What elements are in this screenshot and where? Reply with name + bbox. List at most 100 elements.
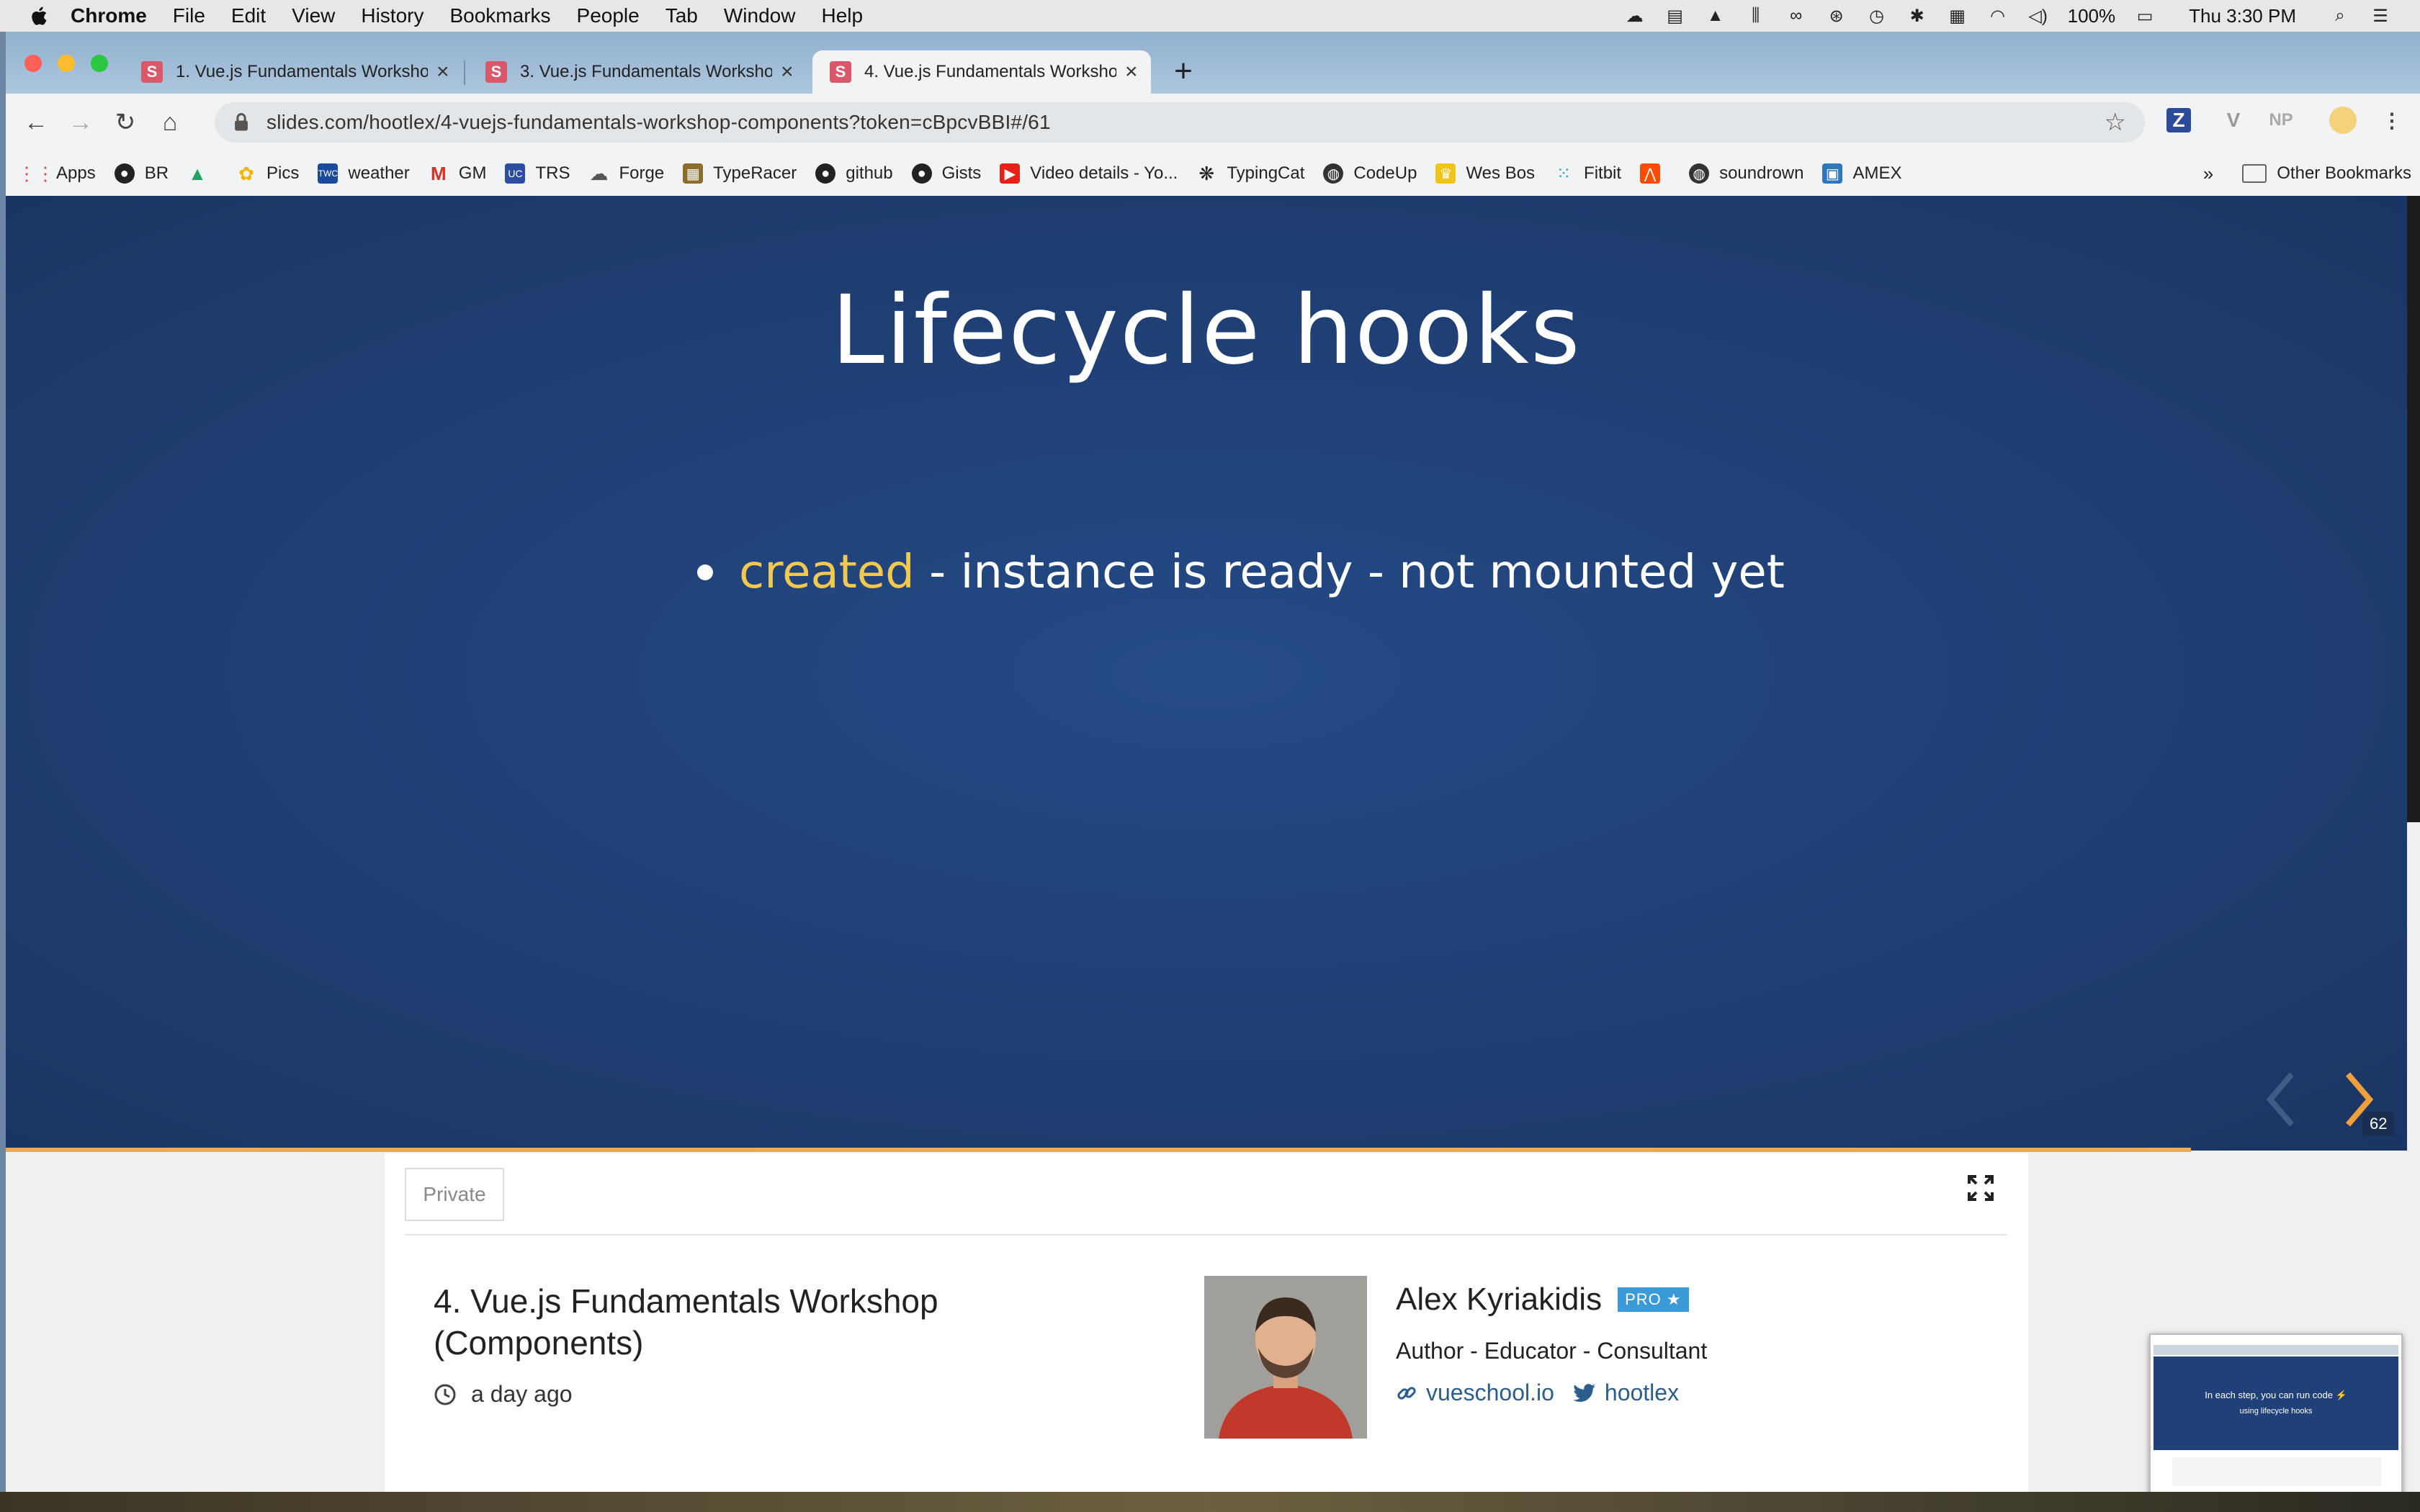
menu-edit[interactable]: Edit xyxy=(231,4,266,27)
menu-history[interactable]: History xyxy=(361,4,424,27)
website-link[interactable]: vueschool.io xyxy=(1396,1380,1554,1406)
amex-icon: ▣ xyxy=(1822,163,1843,184)
close-tab-icon[interactable]: × xyxy=(1125,60,1138,84)
keyboard-icon[interactable]: ▦ xyxy=(1947,6,1968,26)
bookmarks-overflow-chevron[interactable]: » xyxy=(2203,163,2213,185)
spotlight-search-icon[interactable]: ⌕ xyxy=(2329,6,2351,26)
reload-button[interactable]: ↻ xyxy=(107,104,144,141)
new-tab-button[interactable]: + xyxy=(1165,53,1201,89)
bookmark-label: github xyxy=(846,163,893,183)
bookmark-apps[interactable]: ⋮⋮ Apps xyxy=(17,163,96,184)
bookmark-weather[interactable]: TWC weather xyxy=(318,163,410,184)
bookmark-label: Pics xyxy=(266,163,300,183)
forward-button[interactable]: → xyxy=(62,104,99,141)
audio-bars-icon[interactable]: ⫼ xyxy=(1745,6,1767,26)
previous-slide-arrow-icon[interactable] xyxy=(2260,1067,2303,1132)
chrome-menu-icon[interactable]: ⋮ xyxy=(2375,104,2408,137)
visibility-badge[interactable]: Private xyxy=(405,1168,504,1221)
bookmark-github[interactable]: ● github xyxy=(815,163,893,184)
tab-1[interactable]: S 1. Vue.js Fundamentals Workshop × xyxy=(124,50,462,94)
youtube-icon: ▶ xyxy=(1000,163,1021,184)
presentation-slide[interactable]: Lifecycle hooks created - instance is re… xyxy=(6,196,2407,1151)
gmail-icon: M xyxy=(430,162,447,184)
bookmark-wes-bos[interactable]: ♛ Wes Bos xyxy=(1435,163,1535,184)
folder-icon xyxy=(2242,164,2267,183)
bookmark-trs[interactable]: UC TRS xyxy=(505,163,570,184)
close-tab-icon[interactable]: × xyxy=(436,60,449,84)
extension-z-icon[interactable]: Z xyxy=(2166,108,2191,132)
author-links: vueschool.io hootlex xyxy=(1396,1380,1698,1406)
twitter-bird-icon xyxy=(1572,1383,1595,1402)
bookmark-label: TRS xyxy=(535,163,570,183)
minimize-window-button[interactable] xyxy=(58,55,75,72)
extension-v-icon[interactable]: V xyxy=(2217,104,2250,137)
bookmark-drive[interactable]: ▲ xyxy=(187,163,218,184)
bookmark-forge[interactable]: ☁ Forge xyxy=(588,163,664,184)
menu-tab[interactable]: Tab xyxy=(666,4,698,27)
volume-icon[interactable]: ◁) xyxy=(2027,6,2049,26)
menu-file[interactable]: File xyxy=(173,4,205,27)
notification-center-icon[interactable]: ☰ xyxy=(2370,6,2391,26)
home-button[interactable]: ⌂ xyxy=(151,104,189,141)
fullscreen-icon[interactable] xyxy=(1966,1174,1995,1202)
wifi-icon[interactable]: ◠ xyxy=(1987,6,2009,26)
screenshot-thumbnail-preview[interactable]: In each step, you can run code ⚡ using l… xyxy=(2149,1333,2403,1495)
docker-icon[interactable]: ▤ xyxy=(1664,6,1686,26)
accessibility-icon[interactable]: ⊛ xyxy=(1826,6,1847,26)
menu-view[interactable]: View xyxy=(292,4,335,27)
bookmark-strava[interactable]: ⋀ xyxy=(1640,163,1670,184)
zoom-window-button[interactable] xyxy=(91,55,108,72)
author-avatar[interactable] xyxy=(1204,1276,1367,1439)
tab-3[interactable]: S 3. Vue.js Fundamentals Workshop × xyxy=(468,50,807,94)
bluetooth-icon[interactable]: ✱ xyxy=(1906,6,1928,26)
close-tab-icon[interactable]: × xyxy=(781,60,794,84)
back-button[interactable]: ← xyxy=(17,104,55,141)
github-icon: ● xyxy=(815,163,836,184)
tab-title: 1. Vue.js Fundamentals Workshop xyxy=(176,62,428,81)
time-machine-icon[interactable]: ◷ xyxy=(1866,6,1888,26)
slides-favicon-icon: S xyxy=(830,61,851,83)
other-bookmarks[interactable]: » Other Bookmarks xyxy=(2203,151,2411,196)
scrollbar-thumb[interactable] xyxy=(2407,196,2420,822)
menu-bookmarks[interactable]: Bookmarks xyxy=(449,4,550,27)
bookmark-br[interactable]: ● BR xyxy=(114,163,169,184)
bookmark-codeup[interactable]: ◍ CodeUp xyxy=(1323,163,1417,184)
bookmark-soundrown[interactable]: ◍ soundrown xyxy=(1689,163,1803,184)
link-icon xyxy=(1397,1386,1416,1400)
globe-icon: ◍ xyxy=(1689,163,1710,184)
tab-4-active[interactable]: S 4. Vue.js Fundamentals Workshop × xyxy=(812,50,1151,94)
menu-window[interactable]: Window xyxy=(724,4,796,27)
address-bar[interactable]: slides.com/hootlex/4-vuejs-fundamentals-… xyxy=(215,102,2145,143)
twitter-handle[interactable]: hootlex xyxy=(1605,1380,1679,1406)
twitter-link[interactable]: hootlex xyxy=(1572,1380,1679,1406)
bookmark-typingcat[interactable]: ❋ TypingCat xyxy=(1196,163,1304,184)
menu-app-name[interactable]: Chrome xyxy=(71,4,147,27)
creative-cloud-icon[interactable]: ☁ xyxy=(1624,6,1646,26)
author-name[interactable]: Alex Kyriakidis PRO ★ xyxy=(1396,1282,1689,1318)
extension-np-icon[interactable]: NP xyxy=(2264,104,2298,137)
thumbnail-slide: In each step, you can run code ⚡ using l… xyxy=(2154,1356,2398,1450)
slide-progress-bar xyxy=(6,1148,2191,1152)
close-window-button[interactable] xyxy=(24,55,42,72)
bookmark-pics[interactable]: ✿ Pics xyxy=(236,163,299,184)
glasses-icon[interactable]: ∞ xyxy=(1785,6,1807,26)
vectorworks-icon[interactable]: ▲ xyxy=(1705,6,1726,26)
clock[interactable]: Thu 3:30 PM xyxy=(2189,5,2296,27)
profile-avatar-icon[interactable] xyxy=(2326,104,2360,137)
bookmark-video-details[interactable]: ▶ Video details - Yo... xyxy=(1000,163,1178,184)
menu-people[interactable]: People xyxy=(577,4,640,27)
bookmark-gists[interactable]: ● Gists xyxy=(911,163,981,184)
bookmark-star-icon[interactable]: ☆ xyxy=(2105,108,2126,137)
bookmark-amex[interactable]: ▣ AMEX xyxy=(1822,163,1902,184)
bookmark-fitbit[interactable]: ⁙ Fitbit xyxy=(1554,163,1621,184)
author-name-text[interactable]: Alex Kyriakidis xyxy=(1396,1282,1602,1318)
tab-strip: S 1. Vue.js Fundamentals Workshop × S 3.… xyxy=(6,32,2420,94)
website-text[interactable]: vueschool.io xyxy=(1426,1380,1554,1406)
bookmark-typeracer[interactable]: ▦ TypeRacer xyxy=(683,163,797,184)
browser-toolbar: ← → ↻ ⌂ slides.com/hootlex/4-vuejs-funda… xyxy=(6,94,2420,151)
battery-icon[interactable]: ▭ xyxy=(2134,6,2156,26)
apple-logo-icon[interactable] xyxy=(29,5,49,27)
bookmark-gm[interactable]: M GM xyxy=(429,163,487,184)
menu-help[interactable]: Help xyxy=(821,4,863,27)
pro-badge: PRO ★ xyxy=(1618,1287,1689,1312)
